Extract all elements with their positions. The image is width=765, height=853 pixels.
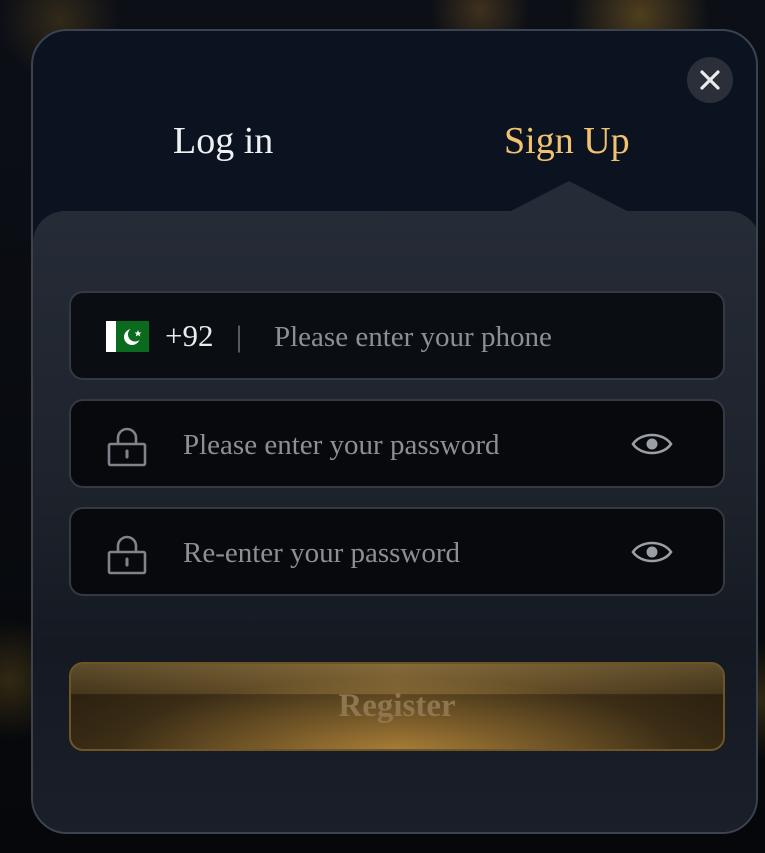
close-button[interactable] [687,57,733,103]
phone-field[interactable]: +92 | [69,291,725,380]
eye-icon[interactable] [631,537,673,567]
form-panel: +92 | Please enter your phone Register [33,211,756,832]
password-input[interactable] [181,419,605,471]
confirm-password-field[interactable] [69,507,725,596]
country-dial-code[interactable]: +92 [165,317,213,355]
close-icon [700,70,720,90]
tab-signup[interactable]: Sign Up [504,119,630,163]
phone-input[interactable] [272,311,696,363]
lock-icon [107,427,147,467]
password-field[interactable] [69,399,725,488]
tab-login[interactable]: Log in [173,119,273,163]
confirm-password-input[interactable] [181,527,605,579]
lock-icon [107,535,147,575]
register-button[interactable]: Register [69,662,725,751]
active-tab-indicator [509,181,629,212]
register-button-label: Register [338,688,456,724]
signup-modal: Log in Sign Up +92 | Please enter your p… [31,29,758,834]
eye-icon[interactable] [631,429,673,459]
dial-code-divider: | [236,320,243,353]
pakistan-flag-icon[interactable] [106,321,149,352]
